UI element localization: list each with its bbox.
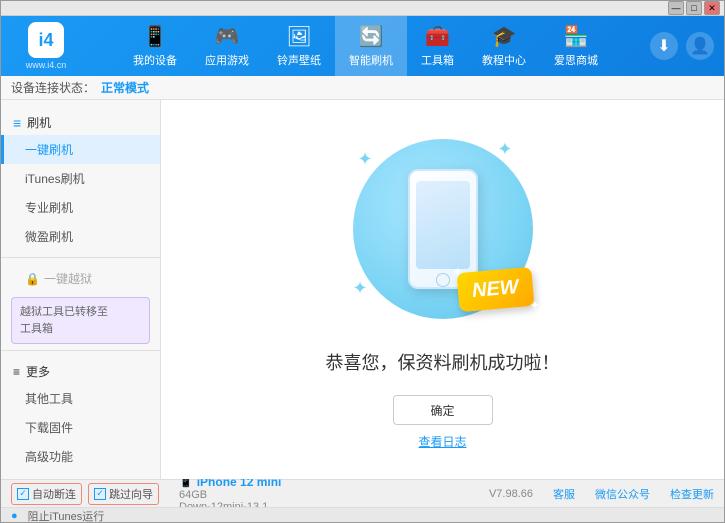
phone-screen	[416, 181, 470, 269]
nav-wallpaper[interactable]: 🖼 铃声壁纸	[263, 16, 335, 76]
check-update-link[interactable]: 检查更新	[670, 486, 714, 502]
content-area: ✦ ✦ ✦ NEW 恭喜您，保资料刷机成功啦！ 确定 查看日志	[161, 100, 724, 479]
sparkle-2: ✦	[497, 139, 512, 160]
bottom-bar: ● 阻止iTunes运行	[1, 507, 724, 523]
status-left: ✓ 自动断连 ✓ 跳过向导	[11, 483, 159, 505]
service-link[interactable]: 客服	[553, 486, 575, 502]
nav-tutorial-label: 教程中心	[482, 52, 526, 68]
sidebar-notice: 越狱工具已转移至工具箱	[11, 297, 150, 344]
nav-smart-flash[interactable]: 🔄 智能刷机	[335, 16, 407, 76]
nav-mall[interactable]: 🏪 爱思商城	[540, 16, 612, 76]
header: i4 www.i4.cn 📱 我的设备 🎮 应用游戏 🖼 铃声壁纸 🔄 智能刷机…	[1, 16, 724, 76]
version-number: V7.98.66	[489, 488, 533, 500]
logo-icon: i4	[28, 22, 64, 58]
tutorial-icon: 🎓	[492, 24, 516, 48]
sidebar-other-tools[interactable]: 其他工具	[1, 384, 160, 413]
skip-wizard-label: 跳过向导	[109, 486, 153, 502]
auto-disconnect-label: 自动断连	[32, 486, 76, 502]
nav-my-device[interactable]: 📱 我的设备	[119, 16, 191, 76]
close-button[interactable]: ✕	[704, 1, 720, 15]
maximize-button[interactable]: □	[686, 1, 702, 15]
titlebar: — □ ✕	[1, 1, 724, 16]
itunes-label: 阻止iTunes运行	[28, 508, 105, 523]
download-button[interactable]: ⬇	[650, 32, 678, 60]
flash-section-icon: ≡	[13, 115, 21, 131]
my-device-icon: 📱	[143, 24, 167, 48]
sidebar-one-click-flash[interactable]: 一键刷机	[1, 135, 160, 164]
smart-flash-icon: 🔄	[359, 24, 383, 48]
sidebar-pro-flash[interactable]: 专业刷机	[1, 193, 160, 222]
auto-disconnect-check-icon: ✓	[17, 488, 29, 500]
itunes-status-dot: ●	[11, 510, 18, 522]
sidebar-notice-text: 越狱工具已转移至工具箱	[20, 306, 108, 335]
nav-smart-flash-label: 智能刷机	[349, 52, 393, 68]
header-right: ⬇ 👤	[650, 32, 714, 60]
new-badge: NEW	[456, 267, 534, 312]
logo-subtitle: www.i4.cn	[26, 60, 67, 70]
phone-illustration: ✦ ✦ ✦ NEW	[343, 129, 543, 329]
account-button[interactable]: 👤	[686, 32, 714, 60]
confirm-button[interactable]: 确定	[393, 395, 493, 425]
sidebar-advanced[interactable]: 高级功能	[1, 442, 160, 471]
sidebar-jailbreak-locked: 🔒 一键越狱	[1, 264, 160, 293]
sidebar-locked-label: 一键越狱	[44, 270, 92, 287]
logo: i4 www.i4.cn	[11, 22, 81, 70]
wallpaper-icon: 🖼	[287, 24, 311, 48]
apps-icon: 🎮	[215, 24, 239, 48]
nav-tutorial[interactable]: 🎓 教程中心	[468, 16, 540, 76]
sparkle-3: ✦	[353, 278, 368, 299]
skip-wizard-checkbox[interactable]: ✓ 跳过向导	[88, 483, 159, 505]
minimize-button[interactable]: —	[668, 1, 684, 15]
sidebar-divider-1	[1, 257, 160, 258]
tools-icon: 🧰	[426, 24, 450, 48]
nav-tools-label: 工具箱	[421, 52, 454, 68]
nav-apps[interactable]: 🎮 应用游戏	[191, 16, 263, 76]
nav-wallpaper-label: 铃声壁纸	[277, 52, 321, 68]
status-right: V7.98.66 客服 微信公众号 检查更新	[489, 486, 714, 502]
auto-disconnect-checkbox[interactable]: ✓ 自动断连	[11, 483, 82, 505]
sidebar-download-firmware[interactable]: 下载固件	[1, 413, 160, 442]
lock-icon: 🔒	[25, 272, 40, 286]
sidebar-itunes-flash[interactable]: iTunes刷机	[1, 164, 160, 193]
connection-status: 正常模式	[101, 79, 149, 96]
sidebar: ≡ 刷机 一键刷机 iTunes刷机 专业刷机 微盈刷机 🔒 一键越狱 越狱工具…	[1, 100, 161, 479]
nav-my-device-label: 我的设备	[133, 52, 177, 68]
connection-bar: 设备连接状态： 正常模式	[1, 76, 724, 100]
phone-body	[408, 169, 478, 289]
more-section-icon: ≡	[13, 365, 20, 379]
sidebar-divider-2	[1, 350, 160, 351]
statusbar: ✓ 自动断连 ✓ 跳过向导 📱 iPhone 12 mini 64GB Down…	[1, 479, 724, 507]
success-message: 恭喜您，保资料刷机成功啦！	[326, 349, 560, 375]
phone-home-button	[436, 273, 450, 287]
nav-bar: 📱 我的设备 🎮 应用游戏 🖼 铃声壁纸 🔄 智能刷机 🧰 工具箱 🎓	[81, 16, 650, 76]
nav-tools[interactable]: 🧰 工具箱	[407, 16, 468, 76]
nav-apps-label: 应用游戏	[205, 52, 249, 68]
sidebar-more-label: 更多	[26, 363, 50, 380]
connection-prefix: 设备连接状态：	[11, 79, 95, 96]
sidebar-more-section: ≡ 更多	[1, 357, 160, 384]
sidebar-micro-flash[interactable]: 微盈刷机	[1, 222, 160, 251]
wechat-link[interactable]: 微信公众号	[595, 486, 650, 502]
sidebar-flash-label: 刷机	[27, 114, 51, 131]
sparkle-1: ✦	[358, 149, 373, 170]
mall-icon: 🏪	[564, 24, 588, 48]
sidebar-flash-section: ≡ 刷机	[1, 108, 160, 135]
skip-wizard-check-icon: ✓	[94, 488, 106, 500]
nav-mall-label: 爱思商城	[554, 52, 598, 68]
device-storage: 64GB	[179, 489, 281, 501]
daily-link[interactable]: 查看日志	[418, 433, 466, 450]
